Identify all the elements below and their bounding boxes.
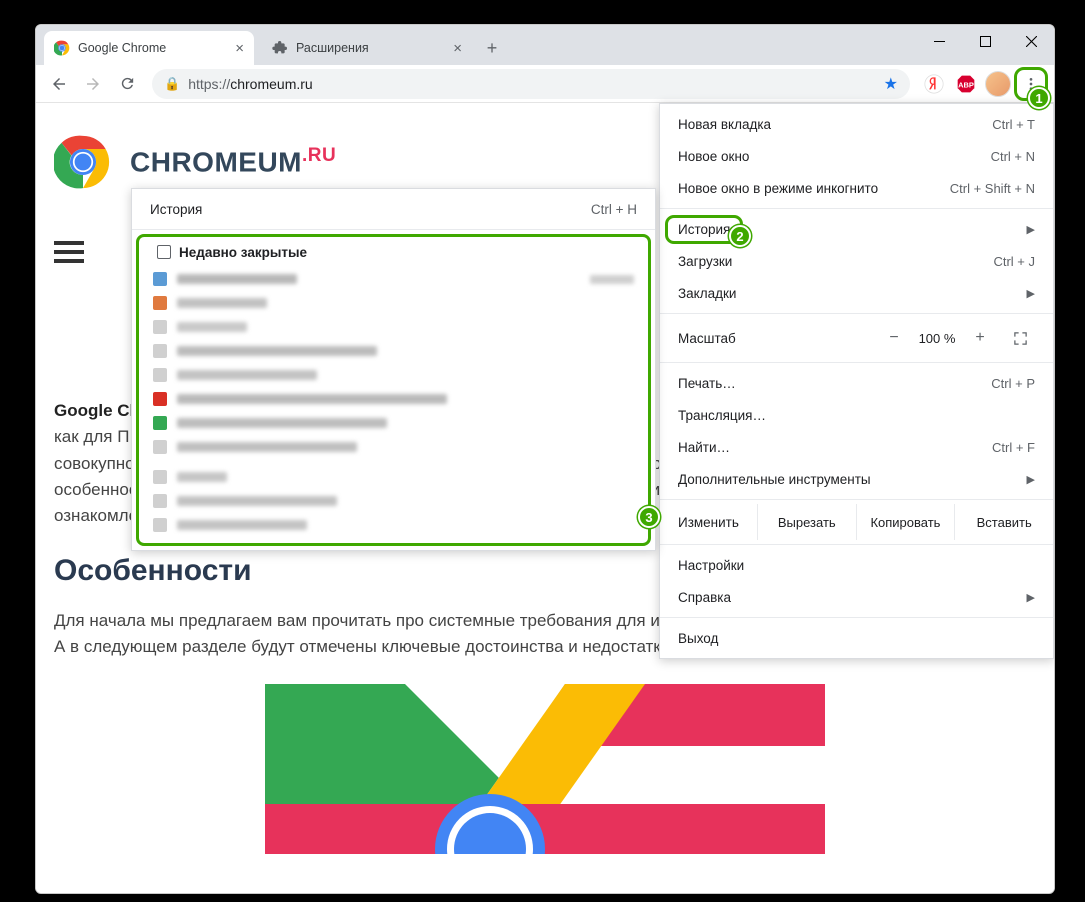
chevron-right-icon: ▶ (1027, 591, 1035, 604)
menu-bookmarks[interactable]: Закладки▶ (660, 277, 1053, 309)
zoom-value: 100 % (911, 331, 963, 346)
tab-strip: Google Chrome × Расширения × + (36, 25, 1054, 65)
edit-label: Изменить (660, 504, 757, 540)
menu-separator (132, 229, 655, 230)
menu-history[interactable]: История▶ (660, 213, 1053, 245)
recent-item[interactable] (139, 267, 648, 291)
reload-button[interactable] (112, 69, 142, 99)
lock-icon: 🔒 (164, 76, 180, 92)
toolbar: 🔒 https://chromeum.ru ★ ABP (36, 65, 1054, 103)
callout-badge-1: 1 (1028, 87, 1050, 109)
svg-text:ABP: ABP (958, 80, 974, 89)
tab-icon (157, 245, 171, 259)
back-button[interactable] (44, 69, 74, 99)
menu-separator (660, 544, 1053, 545)
zoom-in-button[interactable]: + (963, 323, 997, 353)
menu-new-window[interactable]: Новое окноCtrl + N (660, 140, 1053, 172)
fullscreen-icon[interactable] (1005, 323, 1035, 353)
zoom-out-button[interactable]: − (877, 323, 911, 353)
menu-exit[interactable]: Выход (660, 622, 1053, 654)
history-open[interactable]: История Ctrl + H (132, 193, 655, 225)
menu-separator (660, 208, 1053, 209)
maximize-button[interactable] (962, 25, 1008, 57)
url-scheme: https:// (188, 76, 230, 92)
menu-find[interactable]: Найти…Ctrl + F (660, 431, 1053, 463)
site-title: CHROMEUM.RU (130, 145, 336, 178)
edit-paste-button[interactable]: Вставить (954, 504, 1053, 540)
article-image (265, 684, 825, 854)
menu-downloads[interactable]: ЗагрузкиCtrl + J (660, 245, 1053, 277)
menu-settings[interactable]: Настройки (660, 549, 1053, 581)
recent-item[interactable] (139, 315, 648, 339)
recent-item[interactable] (139, 339, 648, 363)
tab-close-icon[interactable]: × (453, 40, 462, 57)
recently-closed-box: Недавно закрытые (136, 234, 651, 546)
menu-separator (660, 313, 1053, 314)
menu-print[interactable]: Печать…Ctrl + P (660, 367, 1053, 399)
address-bar[interactable]: 🔒 https://chromeum.ru ★ (152, 69, 910, 99)
tab-title: Google Chrome (78, 41, 166, 55)
tab-inactive[interactable]: Расширения × (262, 31, 472, 65)
window-controls (916, 25, 1054, 65)
recent-item[interactable] (139, 363, 648, 387)
chrome-main-menu: Новая вкладкаCtrl + T Новое окноCtrl + N… (659, 103, 1054, 659)
menu-incognito[interactable]: Новое окно в режиме инкогнитоCtrl + Shif… (660, 172, 1053, 204)
menu-separator (660, 617, 1053, 618)
recent-item[interactable] (139, 465, 648, 489)
tab-close-icon[interactable]: × (235, 40, 244, 57)
recent-item[interactable] (139, 489, 648, 513)
history-submenu: История Ctrl + H Недавно закрытые (131, 188, 656, 551)
edit-copy-button[interactable]: Копировать (856, 504, 955, 540)
menu-zoom: Масштаб − 100 % + (660, 318, 1053, 358)
chevron-right-icon: ▶ (1027, 287, 1035, 300)
extensions-icon (272, 40, 288, 56)
tab-active[interactable]: Google Chrome × (44, 31, 254, 65)
recent-item[interactable] (139, 435, 648, 459)
yandex-extension-icon[interactable] (920, 70, 948, 98)
minimize-button[interactable] (916, 25, 962, 57)
chrome-icon (54, 40, 70, 56)
chevron-right-icon: ▶ (1027, 473, 1035, 486)
chevron-right-icon: ▶ (1027, 223, 1035, 236)
tab-title: Расширения (296, 41, 369, 55)
menu-edit-row: Изменить Вырезать Копировать Вставить (660, 504, 1053, 540)
avatar (985, 71, 1011, 97)
new-tab-button[interactable]: + (478, 34, 506, 62)
menu-cast[interactable]: Трансляция… (660, 399, 1053, 431)
recent-item[interactable] (139, 387, 648, 411)
menu-help[interactable]: Справка▶ (660, 581, 1053, 613)
adblock-extension-icon[interactable]: ABP (952, 70, 980, 98)
recently-closed-heading: Недавно закрытые (139, 237, 648, 267)
browser-window: Google Chrome × Расширения × + 🔒 https:/… (35, 24, 1055, 894)
profile-avatar[interactable] (984, 70, 1012, 98)
recent-item[interactable] (139, 411, 648, 435)
site-logo (54, 133, 112, 191)
bookmark-star-icon[interactable]: ★ (884, 74, 898, 94)
close-button[interactable] (1008, 25, 1054, 57)
url-host: chromeum.ru (230, 76, 312, 92)
menu-separator (660, 362, 1053, 363)
recent-item[interactable] (139, 291, 648, 315)
menu-more-tools[interactable]: Дополнительные инструменты▶ (660, 463, 1053, 495)
forward-button[interactable] (78, 69, 108, 99)
menu-separator (660, 499, 1053, 500)
callout-badge-2: 2 (729, 225, 751, 247)
callout-badge-3: 3 (638, 506, 660, 528)
edit-cut-button[interactable]: Вырезать (757, 504, 856, 540)
recent-item[interactable] (139, 513, 648, 537)
menu-new-tab[interactable]: Новая вкладкаCtrl + T (660, 108, 1053, 140)
